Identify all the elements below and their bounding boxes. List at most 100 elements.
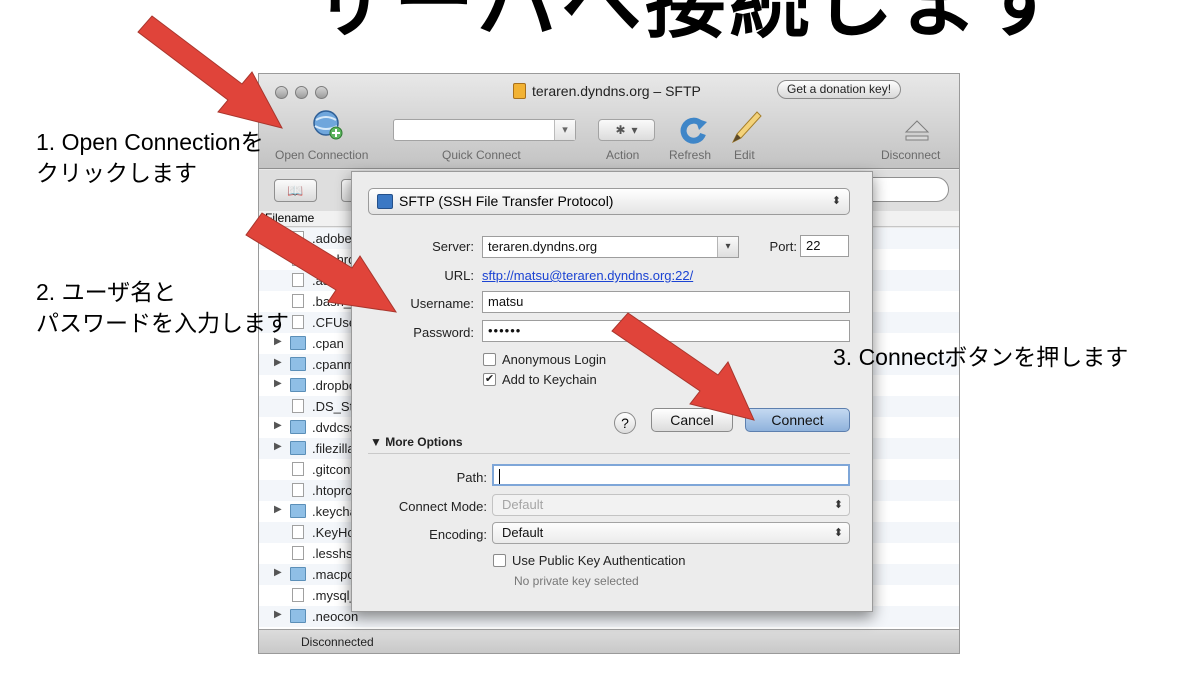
public-key-auth-checkbox[interactable]: Use Public Key Authentication — [493, 553, 685, 568]
folder-icon — [290, 567, 306, 581]
username-field[interactable]: matsu — [482, 291, 850, 313]
checkbox-unchecked[interactable] — [493, 554, 506, 567]
add-to-keychain-checkbox[interactable]: ✔ Add to Keychain — [483, 372, 597, 387]
disclosure-triangle-icon[interactable]: ▶ — [274, 567, 282, 578]
updown-chevron-icon: ⬍ — [833, 499, 843, 511]
refresh-icon[interactable] — [677, 114, 709, 146]
action-button[interactable]: ✱ ▾ — [598, 119, 655, 141]
document-icon — [513, 83, 526, 99]
file-name: .cpan — [312, 336, 344, 351]
quick-connect-input[interactable] — [393, 119, 576, 141]
server-field[interactable]: teraren.dyndns.org ▾ — [482, 236, 739, 258]
divider — [368, 453, 850, 454]
file-icon — [292, 483, 304, 497]
refresh-label: Refresh — [669, 148, 712, 162]
disclosure-triangle-icon[interactable]: ▶ — [274, 378, 282, 389]
more-options-disclosure[interactable]: ▼ More Options — [370, 435, 463, 449]
protocol-value: SFTP (SSH File Transfer Protocol) — [399, 193, 614, 209]
zoom-window-button[interactable] — [315, 86, 328, 99]
connection-dialog: SFTP (SSH File Transfer Protocol) ⬍ Serv… — [351, 171, 873, 612]
server-value: teraren.dyndns.org — [488, 239, 598, 254]
connect-mode-value: Default — [502, 497, 544, 512]
connect-mode-label: Connect Mode: — [398, 499, 487, 514]
port-field[interactable]: 22 — [800, 235, 849, 257]
password-field[interactable]: •••••• — [482, 320, 850, 342]
folder-icon — [290, 609, 306, 623]
file-name: .htoprc — [312, 483, 352, 498]
eject-icon[interactable] — [903, 118, 931, 144]
bookmarks-button[interactable]: 📖 — [274, 179, 317, 202]
help-button[interactable]: ? — [614, 412, 636, 434]
titlebar: teraren.dyndns.org – SFTP Get a donation… — [259, 74, 959, 169]
file-icon — [292, 399, 304, 413]
folder-icon — [290, 441, 306, 455]
file-name: .bashrc — [312, 252, 355, 267]
disclosure-triangle-icon[interactable]: ▶ — [274, 357, 282, 368]
more-options-label: More Options — [385, 435, 463, 449]
folder-icon — [290, 378, 306, 392]
file-icon — [292, 546, 304, 560]
encoding-label: Encoding: — [429, 527, 487, 542]
action-label: Action — [606, 148, 640, 162]
gear-icon: ✱ — [615, 123, 626, 137]
encoding-value: Default — [502, 525, 544, 540]
quick-connect-label: Quick Connect — [442, 148, 521, 162]
server-label: Server: — [432, 239, 474, 254]
connect-mode-select[interactable]: Default ⬍ — [492, 494, 850, 516]
connection-url-link[interactable]: sftp://matsu@teraren.dyndns.org:22/ — [482, 268, 693, 283]
chevron-down-icon[interactable]: ▾ — [717, 237, 738, 257]
path-label: Path: — [456, 470, 487, 485]
file-name: .filezilla — [312, 441, 355, 456]
protocol-select[interactable]: SFTP (SSH File Transfer Protocol) ⬍ — [368, 188, 850, 215]
status-bar: Disconnected — [259, 629, 959, 653]
donation-key-button[interactable]: Get a donation key! — [777, 80, 902, 99]
disclosure-triangle-icon[interactable]: ▶ — [274, 441, 282, 452]
anonymous-login-checkbox[interactable]: Anonymous Login — [483, 352, 606, 367]
username-label: Username: — [410, 296, 474, 311]
open-connection-label[interactable]: Open Connection — [275, 148, 368, 162]
encoding-select[interactable]: Default ⬍ — [492, 522, 850, 544]
file-icon — [292, 315, 304, 329]
file-name: .cpanm — [312, 357, 355, 372]
file-name: .dvdcss — [312, 420, 357, 435]
file-icon — [292, 252, 304, 266]
path-field[interactable] — [492, 464, 850, 486]
file-icon — [292, 525, 304, 539]
disclosure-triangle-icon: ▼ — [370, 435, 382, 449]
file-icon — [292, 462, 304, 476]
disclosure-triangle-icon[interactable]: ▶ — [274, 420, 282, 431]
lock-icon — [377, 194, 393, 209]
minimize-window-button[interactable] — [295, 86, 308, 99]
password-label: Password: — [413, 325, 474, 340]
checkbox-unchecked[interactable] — [483, 353, 496, 366]
book-icon: 📖 — [287, 183, 304, 198]
disclosure-triangle-icon[interactable]: ▶ — [274, 504, 282, 515]
file-name: .as — [312, 273, 330, 288]
url-label: URL: — [444, 268, 474, 283]
updown-chevron-icon: ⬍ — [831, 195, 841, 207]
globe-icon[interactable] — [311, 108, 345, 142]
slide-title: サーバへ接続します — [310, 0, 1066, 47]
file-icon — [292, 294, 304, 308]
disclosure-triangle-icon[interactable]: ▶ — [274, 609, 282, 620]
disconnect-label: Disconnect — [881, 148, 941, 162]
annotation-step3: 3. Connectボタンを押します — [833, 344, 1129, 370]
file-name: .adobe — [312, 231, 352, 246]
private-key-status: No private key selected — [514, 574, 639, 588]
folder-icon — [290, 357, 306, 371]
port-label: Port: — [769, 239, 797, 254]
annotation-step2: 2. ユーザ名と パスワードを入力します — [36, 279, 289, 336]
pencil-icon[interactable] — [729, 108, 763, 146]
checkmark-icon[interactable]: ✔ — [483, 373, 496, 386]
file-icon — [292, 588, 304, 602]
close-window-button[interactable] — [275, 86, 288, 99]
edit-label: Edit — [734, 148, 755, 162]
file-icon — [292, 231, 304, 245]
folder-icon — [290, 420, 306, 434]
folder-icon — [290, 504, 306, 518]
connect-button[interactable]: Connect — [745, 408, 850, 432]
chevron-down-icon: ▾ — [631, 123, 638, 137]
cancel-button[interactable]: Cancel — [651, 408, 733, 432]
window-title-text: teraren.dyndns.org – SFTP — [532, 83, 701, 99]
annotation-step1: 1. Open Connectionを クリックします — [36, 129, 264, 186]
